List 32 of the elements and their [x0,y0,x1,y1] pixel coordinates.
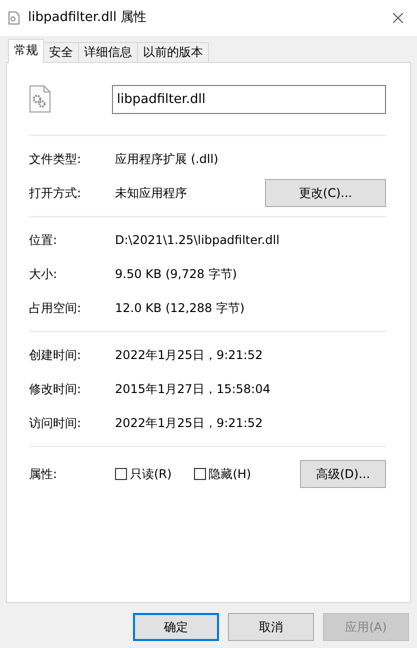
field-label: 创建时间: [29,347,82,364]
dialog-button[interactable]: 确定 [133,613,219,641]
advanced-button[interactable]: 高级(D)... [300,460,386,488]
field-value: 未知应用程序 [115,185,188,202]
field-label: 属性: [29,466,58,483]
checkbox[interactable] [115,468,127,480]
change-button[interactable]: 更改(C)... [265,179,386,207]
field-label: 修改时间: [29,381,82,398]
field-label: 占用空间: [29,300,82,317]
checkbox[interactable] [194,468,206,480]
field-label: 访问时间: [29,415,82,432]
dll-file-icon [8,11,20,25]
tab[interactable]: 以前的版本 [137,42,209,62]
checkbox-label: 隐藏(H) [208,466,252,483]
field-value: 2022年1月25日，9:21:52 [115,347,264,364]
dll-file-icon [29,85,51,113]
field-value: 12.0 KB (12,288 字节) [115,300,246,317]
field-value: 应用程序扩展 (.dll) [115,151,220,168]
field-label: 位置: [29,232,58,249]
tab[interactable]: 常规 [8,39,44,63]
field-value: 9.50 KB (9,728 字节) [115,266,238,283]
field-label: 大小: [29,266,58,283]
field-value: 2022年1月25日，9:21:52 [115,415,264,432]
field-value: D:\2021\1.25\libpadfilter.dll [115,232,280,249]
checkbox-label: 只读(R) [130,466,172,483]
field-label: 打开方式: [29,185,82,202]
file-name-field[interactable]: libpadfilter.dll [112,84,386,114]
field-label: 文件类型: [29,151,82,168]
field-value: 2015年1月27日，15:58:04 [115,381,272,398]
window-title: libpadfilter.dll 属性 [28,9,148,28]
dialog-button[interactable]: 取消 [228,613,314,641]
close-icon[interactable] [393,13,403,23]
